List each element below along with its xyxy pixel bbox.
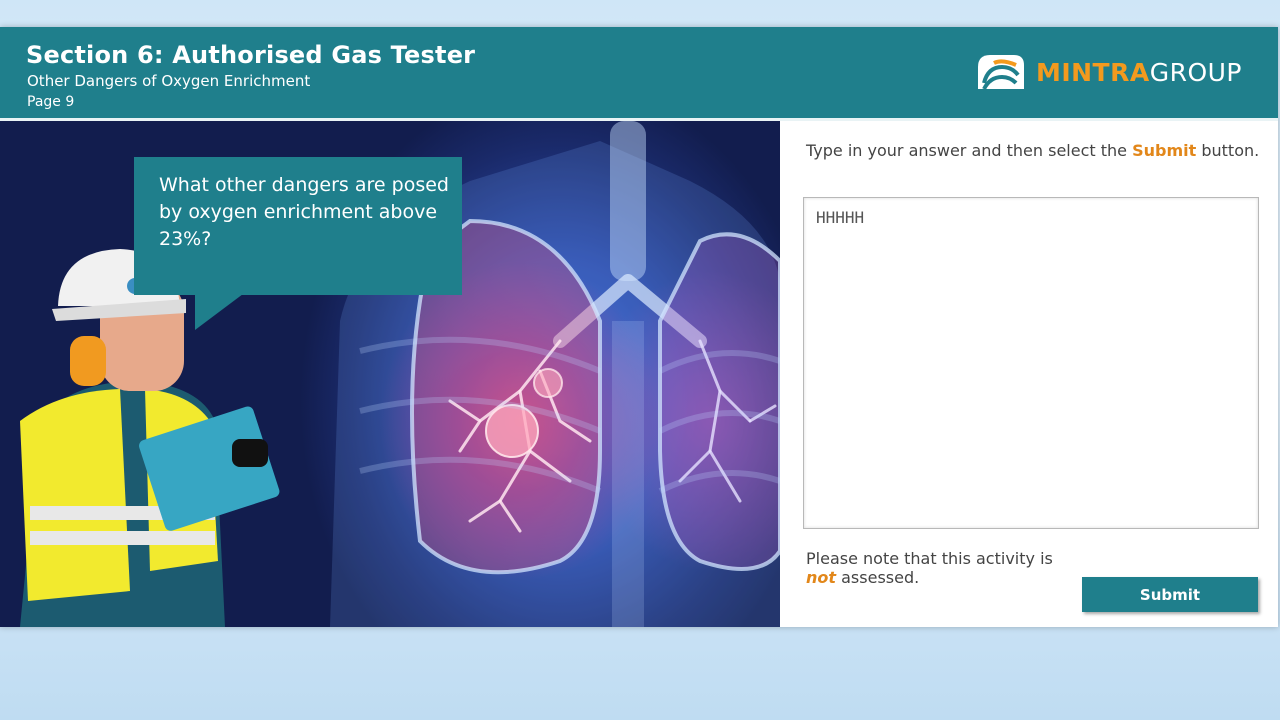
submit-button[interactable]: Submit: [1082, 577, 1258, 612]
topic-subtitle: Other Dangers of Oxygen Enrichment: [27, 72, 311, 90]
answer-panel: Type in your answer and then select the …: [780, 121, 1278, 627]
note-not: not: [806, 568, 837, 587]
section-title: Section 6: Authorised Gas Tester: [26, 41, 476, 69]
instruction-pre: Type in your answer and then select the: [806, 141, 1133, 160]
question-bubble: What other dangers are posed by oxygen e…: [134, 157, 462, 295]
note-pre: Please note that this activity is: [806, 549, 1053, 568]
logo-text-mintra: MINTRA: [1035, 57, 1150, 87]
assessment-note: Please note that this activity is not as…: [806, 549, 1076, 587]
logo-text-group: GROUP: [1149, 57, 1242, 87]
lungs-illustration: What other dangers are posed by oxygen e…: [0, 121, 780, 627]
mintra-logo: MINTRAGROUP: [972, 49, 1242, 95]
bubble-tail: [195, 294, 243, 330]
note-post: assessed.: [836, 568, 920, 587]
instruction-text: Type in your answer and then select the …: [806, 142, 1266, 160]
page-number: Page 9: [27, 94, 75, 110]
course-slide: Section 6: Authorised Gas Tester Other D…: [0, 27, 1278, 627]
mintra-logo-icon: [977, 55, 1024, 90]
answer-textarea[interactable]: HHHHH: [803, 197, 1259, 529]
instruction-submit-word: Submit: [1132, 141, 1197, 160]
question-text: What other dangers are posed by oxygen e…: [159, 174, 449, 250]
instruction-post: button.: [1196, 141, 1260, 160]
slide-header: Section 6: Authorised Gas Tester Other D…: [0, 27, 1278, 121]
